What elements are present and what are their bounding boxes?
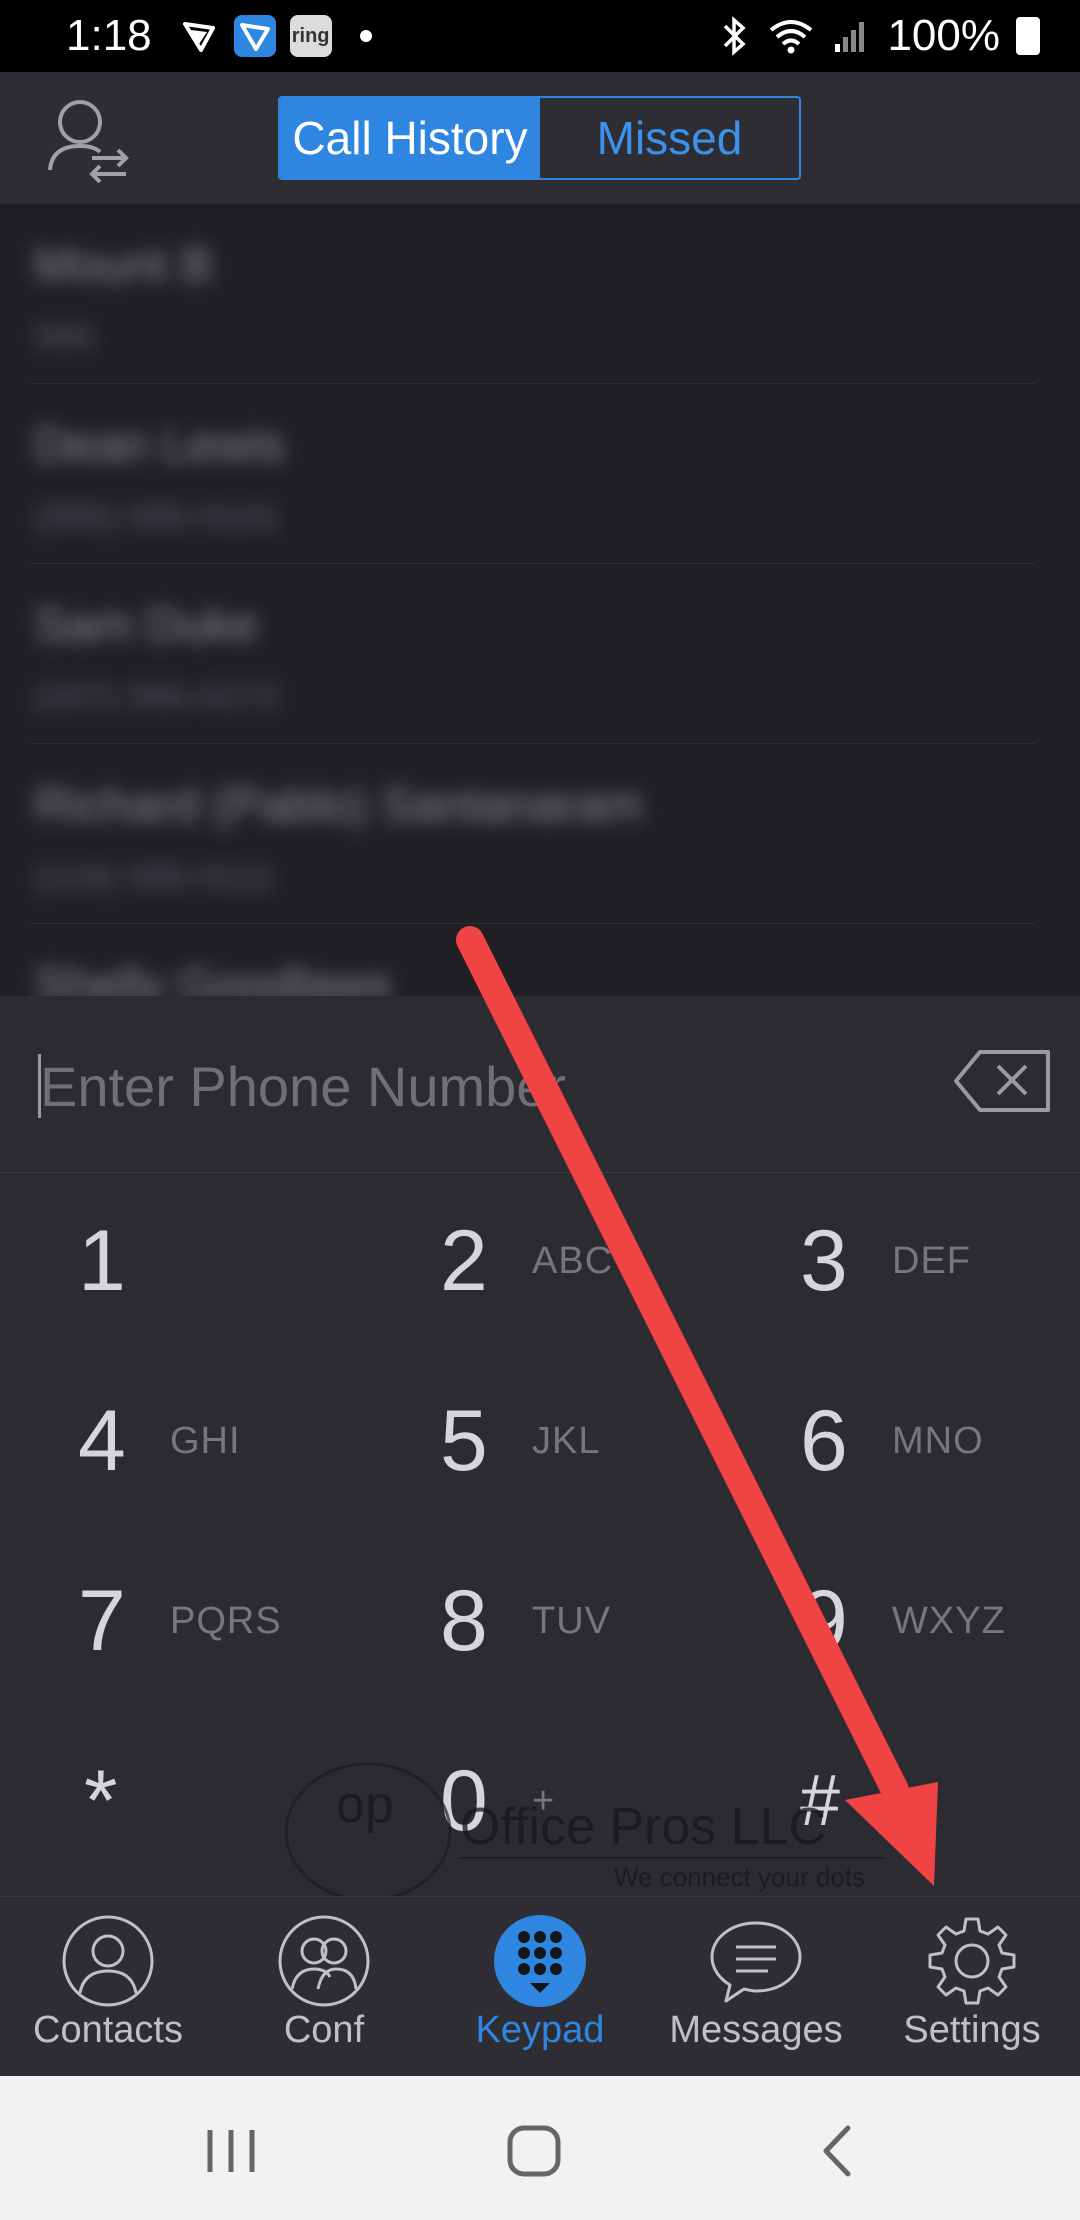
- key-4[interactable]: 4 GHI: [78, 1366, 408, 1516]
- tab-missed[interactable]: Missed: [540, 98, 799, 178]
- nav-label: Keypad: [475, 2009, 605, 2051]
- history-row[interactable]: Shelly Goodlaws: [30, 924, 1035, 996]
- nav-label: Settings: [903, 2009, 1041, 2051]
- nav-contacts[interactable]: Contacts: [0, 1897, 216, 2077]
- backspace-button[interactable]: [952, 1048, 1052, 1114]
- system-status-icons: 100%: [717, 11, 1040, 61]
- key-digit: 8: [440, 1573, 488, 1669]
- recent-apps-button[interactable]: [196, 2116, 266, 2186]
- tab-call-history[interactable]: Call History: [280, 98, 540, 178]
- history-contact-number: (207) 555-0172: [34, 676, 281, 717]
- notification-icons: ring: [178, 15, 372, 57]
- bluetooth-icon: [724, 16, 747, 56]
- key-digit: 1: [78, 1213, 126, 1309]
- keypad-icon: [494, 1915, 586, 2007]
- history-contact-number: (216) 555-0111: [34, 856, 275, 897]
- history-row[interactable]: Richard (Pablo) Santanaram (216) 555-011…: [30, 744, 1035, 924]
- battery-icon: [1016, 17, 1040, 55]
- nav-label: Contacts: [33, 2009, 183, 2051]
- top-bar: Call History Missed: [0, 72, 1080, 204]
- key-5[interactable]: 5 JKL: [440, 1366, 770, 1516]
- battery-percent: 100%: [887, 11, 1000, 60]
- key-letters: GHI: [170, 1420, 241, 1462]
- vpn-app-icon: [178, 15, 220, 57]
- key-digit: 4: [78, 1393, 126, 1489]
- backspace-icon: [954, 1050, 1050, 1112]
- phone-entry-row: [0, 996, 1080, 1173]
- history-contact-name: Sam Duke: [34, 599, 259, 652]
- status-time: 1:18: [66, 11, 152, 60]
- history-contact-number: (555) 555-0101: [34, 496, 281, 537]
- settings-gear-icon: [928, 1917, 1016, 2005]
- history-contact-name: Richard (Pablo) Santanaram: [34, 779, 643, 832]
- more-notifications-dot: [359, 30, 372, 42]
- phone-screen: 1:18 ring 100% Call History Missed Mount…: [0, 0, 1080, 2220]
- transfer-button[interactable]: [44, 94, 134, 184]
- key-letters: JKL: [532, 1420, 601, 1462]
- key-digit: #: [800, 1761, 841, 1841]
- call-history-list: Mount B 555 Dean Lewis (555) 555-0101 Sa…: [0, 204, 1080, 996]
- ring-app-icon: ring: [289, 15, 332, 57]
- wifi-icon: [770, 20, 813, 54]
- history-contact-name: Shelly Goodlaws: [34, 959, 392, 996]
- messages-icon: [710, 1921, 802, 2003]
- key-digit: *: [84, 1753, 118, 1849]
- phone-number-input[interactable]: [40, 1044, 900, 1128]
- nav-settings[interactable]: Settings: [864, 1897, 1080, 2077]
- signal-icon: [835, 22, 865, 52]
- history-contact-number: 555: [34, 316, 95, 357]
- key-letters: DEF: [892, 1240, 971, 1282]
- recent-apps-icon: [207, 2130, 255, 2172]
- bottom-navigation: Contacts Conf Keypad Messages Settings: [0, 1896, 1080, 2076]
- key-7[interactable]: 7 PQRS: [78, 1546, 408, 1696]
- dialer-panel: 1 2 ABC 3 DEF 4 GHI 5 JKL 6 MNO 7 PQRS 8 TUV 9 W…: [0, 996, 1080, 1896]
- key-star[interactable]: *: [84, 1726, 414, 1876]
- history-row[interactable]: Dean Lewis (555) 555-0101: [30, 384, 1035, 564]
- key-digit: 9: [800, 1573, 848, 1669]
- home-icon: [507, 2125, 561, 2177]
- nav-label: Messages: [669, 2009, 843, 2051]
- nav-keypad[interactable]: Keypad: [432, 1897, 648, 2077]
- key-6[interactable]: 6 MNO: [800, 1366, 1080, 1516]
- key-3[interactable]: 3 DEF: [800, 1186, 1080, 1336]
- history-contact-name: Dean Lewis: [34, 419, 285, 472]
- key-1[interactable]: 1: [78, 1186, 408, 1336]
- conference-icon: [278, 1915, 370, 2007]
- key-digit: 2: [440, 1213, 488, 1309]
- user-transfer-icon: [48, 100, 129, 184]
- key-8[interactable]: 8 TUV: [440, 1546, 770, 1696]
- home-button[interactable]: [500, 2116, 570, 2186]
- key-digit: 7: [78, 1573, 126, 1669]
- history-row[interactable]: Sam Duke (207) 555-0172: [30, 564, 1035, 744]
- key-9[interactable]: 9 WXYZ: [800, 1546, 1080, 1696]
- nav-messages[interactable]: Messages: [648, 1897, 864, 2077]
- key-2[interactable]: 2 ABC: [440, 1186, 770, 1336]
- history-contact-name: Mount B: [34, 239, 213, 292]
- system-navigation-bar: [0, 2076, 1080, 2220]
- key-digit: 3: [800, 1213, 848, 1309]
- key-letters: WXYZ: [892, 1600, 1006, 1642]
- key-letters: +: [532, 1780, 556, 1822]
- history-segmented-control: Call History Missed: [278, 96, 801, 180]
- back-button[interactable]: [802, 2116, 872, 2186]
- key-letters: ABC: [532, 1240, 614, 1282]
- key-0[interactable]: 0 +: [440, 1726, 770, 1876]
- status-bar: 1:18 ring 100%: [0, 0, 1080, 72]
- nav-label: Conf: [283, 2009, 365, 2051]
- key-digit: 0: [440, 1753, 488, 1849]
- back-icon: [823, 2125, 851, 2177]
- key-letters: TUV: [532, 1600, 611, 1642]
- key-letters: PQRS: [170, 1600, 282, 1642]
- key-letters: MNO: [892, 1420, 984, 1462]
- key-hash[interactable]: #: [800, 1726, 1080, 1876]
- contacts-icon: [62, 1915, 154, 2007]
- messenger-app-icon: [233, 15, 276, 57]
- key-digit: 5: [440, 1393, 488, 1489]
- key-digit: 6: [800, 1393, 848, 1489]
- nav-conf[interactable]: Conf: [216, 1897, 432, 2077]
- history-row[interactable]: Mount B 555: [30, 204, 1035, 384]
